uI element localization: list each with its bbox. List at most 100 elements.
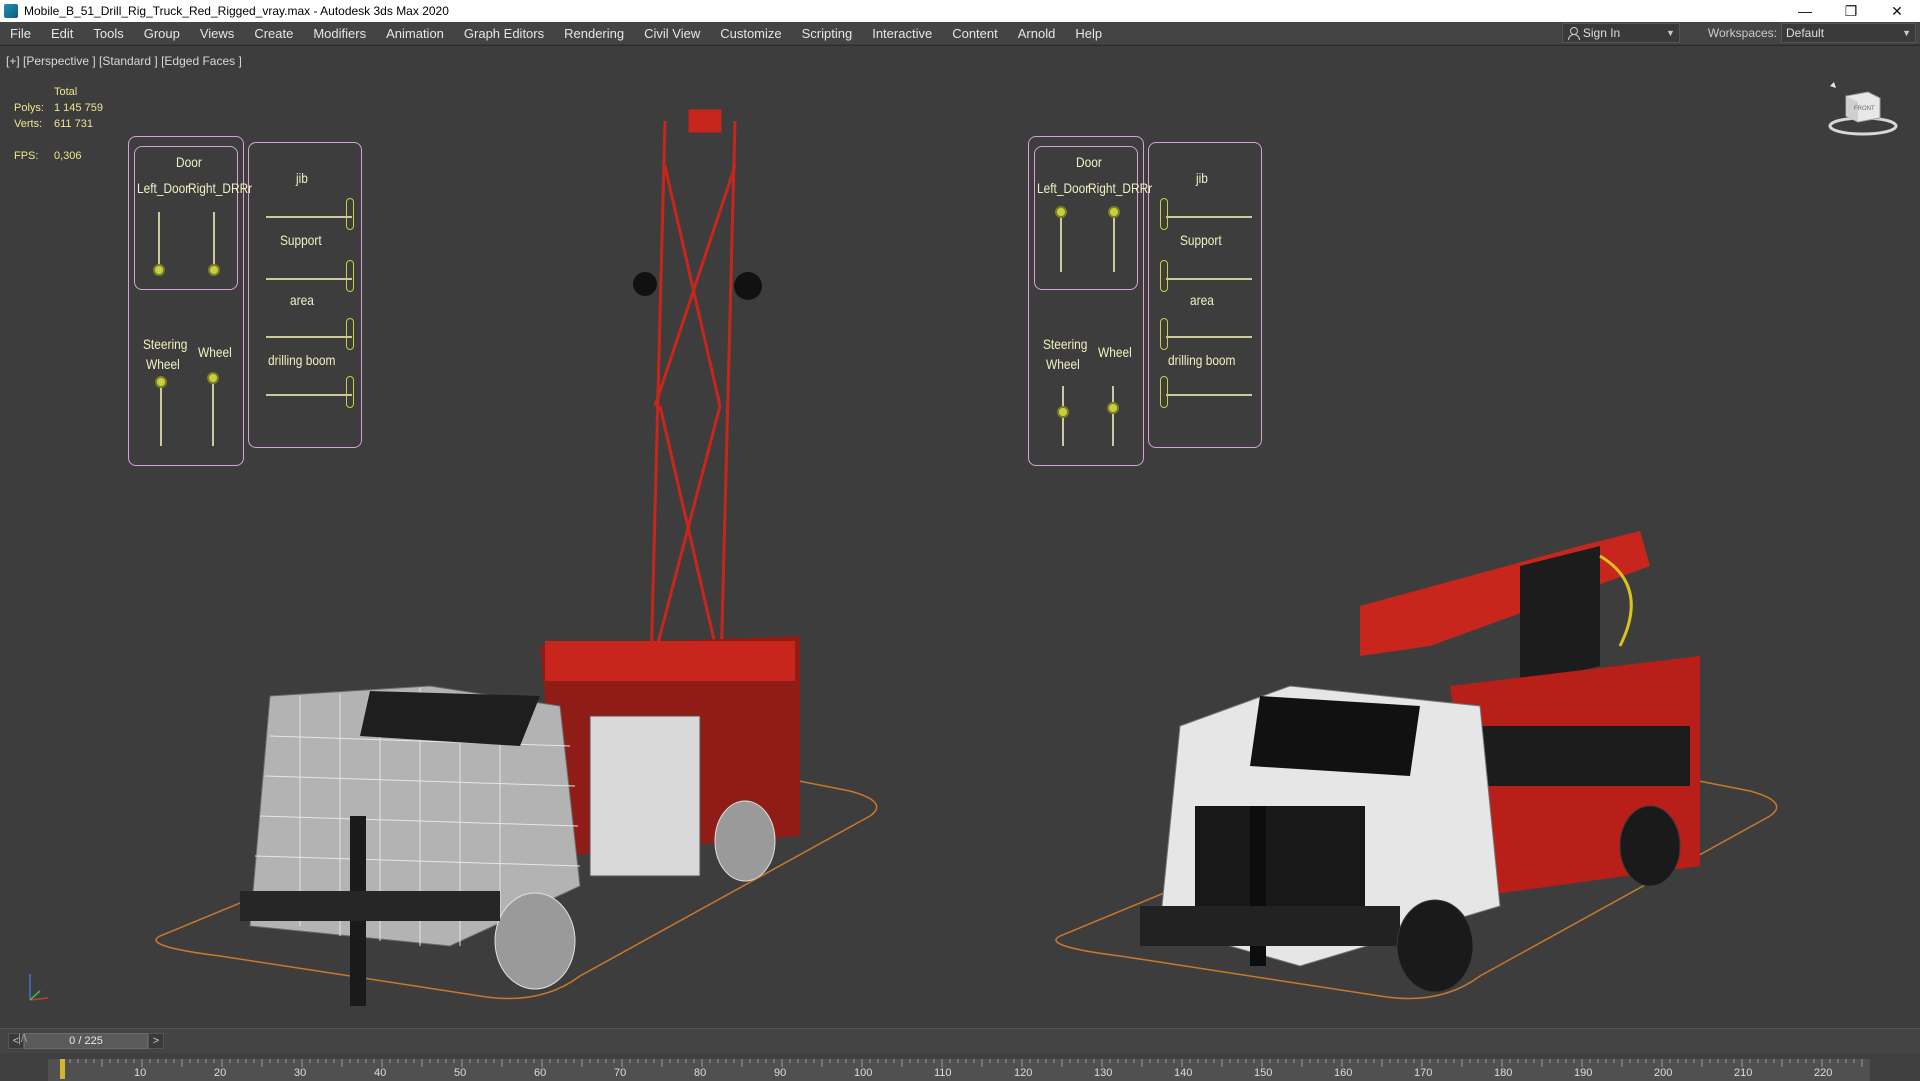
support-slider-track[interactable] bbox=[1166, 278, 1252, 280]
workspaces-select[interactable]: Default ▼ bbox=[1781, 23, 1916, 43]
wheel-slider-knob[interactable] bbox=[207, 372, 219, 384]
menu-graph-editors[interactable]: Graph Editors bbox=[454, 22, 554, 45]
menu-edit[interactable]: Edit bbox=[41, 22, 83, 45]
timeline-tick-label: 210 bbox=[1734, 1067, 1753, 1079]
drilling-boom-slider-track[interactable] bbox=[1166, 394, 1252, 396]
timeline-tick-label: 130 bbox=[1094, 1067, 1113, 1079]
menu-interactive[interactable]: Interactive bbox=[862, 22, 942, 45]
timeline-tick-label: 180 bbox=[1494, 1067, 1513, 1079]
timeline-tick-label: 200 bbox=[1654, 1067, 1673, 1079]
area-slider-track[interactable] bbox=[1166, 336, 1252, 338]
label-right-door: Right_DRRr bbox=[188, 180, 253, 196]
jib-slider-track[interactable] bbox=[266, 216, 352, 218]
chevron-down-icon: ▼ bbox=[1902, 28, 1911, 38]
label-steering: Steering bbox=[143, 336, 188, 352]
wheel-slider-knob[interactable] bbox=[1107, 402, 1119, 414]
right-toolbox bbox=[1460, 726, 1690, 786]
area-slider-handle[interactable] bbox=[1160, 318, 1168, 350]
label-wheel: Wheel bbox=[198, 344, 232, 360]
area-slider-track[interactable] bbox=[266, 336, 352, 338]
timeline-tick-label: 70 bbox=[614, 1067, 627, 1079]
wheel-slider-track[interactable] bbox=[1112, 386, 1114, 446]
axis-gizmo-icon bbox=[29, 974, 49, 1001]
menu-bar: File Edit Tools Group Views Create Modif… bbox=[0, 22, 1920, 45]
timeline-tick-label: 20 bbox=[214, 1067, 227, 1079]
right-door-slider-track[interactable] bbox=[213, 212, 215, 272]
menu-arnold[interactable]: Arnold bbox=[1008, 22, 1066, 45]
steering-slider-knob[interactable] bbox=[155, 376, 167, 388]
left-door-slider-track[interactable] bbox=[158, 212, 160, 272]
timeline-bar: < 0 / 225 > |/\ 10 20 30 40 50 60 70 80 90 100 110… bbox=[0, 1028, 1920, 1081]
timeline-tick-label: 160 bbox=[1334, 1067, 1353, 1079]
restore-icon[interactable]: ❐ bbox=[1828, 0, 1874, 22]
menu-create[interactable]: Create bbox=[244, 22, 303, 45]
left-front-wheel bbox=[494, 892, 576, 990]
menu-scripting[interactable]: Scripting bbox=[792, 22, 863, 45]
minimize-icon[interactable]: — bbox=[1782, 0, 1828, 22]
support-slider-handle[interactable] bbox=[1160, 260, 1168, 292]
label-door: Door bbox=[1076, 154, 1102, 170]
menu-help[interactable]: Help bbox=[1065, 22, 1112, 45]
timeline-tick-label: 190 bbox=[1574, 1067, 1593, 1079]
left-door-slider-knob[interactable] bbox=[1055, 206, 1067, 218]
jib-slider-track[interactable] bbox=[1166, 216, 1252, 218]
label-steering-wheel: Wheel bbox=[146, 356, 180, 372]
sign-in-dropdown[interactable]: Sign In ▼ bbox=[1561, 23, 1680, 43]
label-jib: jib bbox=[296, 170, 308, 186]
label-steering: Steering bbox=[1043, 336, 1088, 352]
label-area: area bbox=[1190, 292, 1214, 308]
label-support: Support bbox=[280, 232, 322, 248]
area-slider-handle[interactable] bbox=[346, 318, 354, 350]
window-title: Mobile_B_51_Drill_Rig_Truck_Red_Rigged_v… bbox=[24, 4, 449, 18]
timeline-tick-label: 50 bbox=[454, 1067, 467, 1079]
menu-civil-view[interactable]: Civil View bbox=[634, 22, 710, 45]
right-door-slider-knob[interactable] bbox=[208, 264, 220, 276]
label-support: Support bbox=[1180, 232, 1222, 248]
label-door: Door bbox=[176, 154, 202, 170]
menu-rendering[interactable]: Rendering bbox=[554, 22, 634, 45]
support-slider-track[interactable] bbox=[266, 278, 352, 280]
menu-file[interactable]: File bbox=[0, 22, 41, 45]
timeline-tick-label: 100 bbox=[854, 1067, 873, 1079]
timeline-tick-label: 80 bbox=[694, 1067, 707, 1079]
timeline-tick-label: 40 bbox=[374, 1067, 387, 1079]
menu-customize[interactable]: Customize bbox=[710, 22, 791, 45]
menu-content[interactable]: Content bbox=[942, 22, 1008, 45]
label-jib: jib bbox=[1196, 170, 1208, 186]
next-frame-button[interactable]: > bbox=[148, 1033, 164, 1049]
timeline-tick-label: 140 bbox=[1174, 1067, 1193, 1079]
steering-slider-knob[interactable] bbox=[1057, 406, 1069, 418]
key-mode-icon[interactable]: |/\ bbox=[18, 1033, 38, 1053]
menu-animation[interactable]: Animation bbox=[376, 22, 454, 45]
perspective-viewport[interactable]: [+] [Perspective ] [Standard ] [Edged Fa… bbox=[0, 46, 1920, 1028]
title-bar: Mobile_B_51_Drill_Rig_Truck_Red_Rigged_v… bbox=[0, 0, 1920, 22]
right-front-wheel bbox=[1396, 899, 1474, 993]
left-door-slider-track[interactable] bbox=[1060, 212, 1062, 272]
wheel-slider-track[interactable] bbox=[212, 376, 214, 446]
close-icon[interactable]: ✕ bbox=[1874, 0, 1920, 22]
timeline-tick-label: 150 bbox=[1254, 1067, 1273, 1079]
time-slider-thumb[interactable]: 0 / 225 bbox=[24, 1033, 148, 1049]
drilling-boom-slider-track[interactable] bbox=[266, 394, 352, 396]
right-door-slider-track[interactable] bbox=[1113, 212, 1115, 272]
chevron-down-icon: ▼ bbox=[1665, 28, 1675, 38]
menu-group[interactable]: Group bbox=[134, 22, 190, 45]
menu-modifiers[interactable]: Modifiers bbox=[303, 22, 376, 45]
drilling-boom-slider-handle[interactable] bbox=[1160, 376, 1168, 408]
jib-slider-handle[interactable] bbox=[1160, 198, 1168, 230]
label-drilling-boom: drilling boom bbox=[1168, 352, 1236, 368]
left-door-slider-knob[interactable] bbox=[153, 264, 165, 276]
label-drilling-boom: drilling boom bbox=[268, 352, 336, 368]
menu-views[interactable]: Views bbox=[190, 22, 244, 45]
timeline-tick-label: 170 bbox=[1414, 1067, 1433, 1079]
left-drill-mast bbox=[648, 109, 737, 707]
drilling-boom-slider-handle[interactable] bbox=[346, 376, 354, 408]
menu-tools[interactable]: Tools bbox=[83, 22, 133, 45]
left-bumper bbox=[240, 891, 500, 921]
jib-slider-handle[interactable] bbox=[346, 198, 354, 230]
workspaces-label: Workspaces: bbox=[1707, 26, 1777, 40]
right-door-slider-knob[interactable] bbox=[1108, 206, 1120, 218]
support-slider-handle[interactable] bbox=[346, 260, 354, 292]
right-rear-wheel bbox=[1619, 805, 1681, 887]
timeline-tick-label: 120 bbox=[1014, 1067, 1033, 1079]
